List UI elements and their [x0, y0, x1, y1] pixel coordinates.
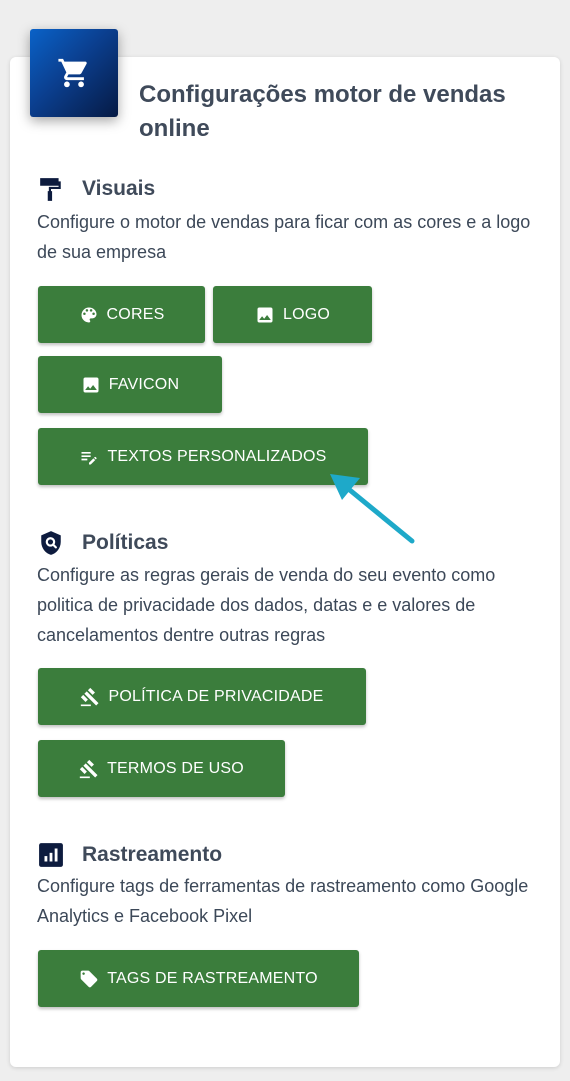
cores-label: CORES [106, 305, 165, 323]
privacidade-label: POLÍTICA DE PRIVACIDADE [108, 687, 324, 705]
favicon-button[interactable]: FAVICON [38, 356, 222, 413]
section-title-rastreamento: Rastreamento [38, 842, 222, 868]
logo-button[interactable]: LOGO [213, 286, 372, 343]
tags-label: TAGS DE RASTREAMENTO [107, 969, 318, 987]
palette-icon [79, 305, 99, 325]
favicon-label: FAVICON [108, 375, 180, 393]
shopping-cart-icon [58, 58, 87, 88]
shield-search-icon [38, 530, 64, 556]
section-description-visuais: Configure o motor de vendas para ficar c… [37, 212, 531, 262]
section-label: Visuais [82, 177, 156, 200]
section-title-visuais: Visuais [38, 176, 155, 202]
image-icon [81, 375, 101, 395]
textos-personalizados-button[interactable]: TEXTOS PERSONALIZADOS [38, 428, 368, 485]
gavel-icon [80, 687, 100, 707]
analytics-icon [38, 842, 64, 868]
termos-label: TERMOS DE USO [107, 759, 244, 777]
textos-label: TEXTOS PERSONALIZADOS [107, 447, 327, 465]
politica-privacidade-button[interactable]: POLÍTICA DE PRIVACIDADE [38, 668, 366, 725]
section-description-rastreamento: Configure tags de ferramentas de rastrea… [37, 876, 529, 926]
pointer-arrow-icon [330, 474, 415, 544]
image-icon [255, 305, 275, 325]
section-label: Políticas [82, 531, 169, 554]
gavel-icon [79, 759, 99, 779]
paint-roller-icon [38, 176, 64, 202]
page-title: Configurações motor de vendas online [139, 81, 506, 142]
tag-icon [79, 969, 99, 989]
logo-label: LOGO [282, 305, 331, 323]
header-icon-box [30, 29, 118, 117]
termos-de-uso-button[interactable]: TERMOS DE USO [38, 740, 285, 797]
section-label: Rastreamento [82, 843, 223, 866]
section-title-politicas: Políticas [38, 530, 168, 556]
tags-rastreamento-button[interactable]: TAGS DE RASTREAMENTO [38, 950, 359, 1007]
cores-button[interactable]: CORES [38, 286, 205, 343]
section-description-politicas: Configure as regras gerais de venda do s… [37, 565, 496, 645]
edit-notes-icon [79, 447, 99, 467]
